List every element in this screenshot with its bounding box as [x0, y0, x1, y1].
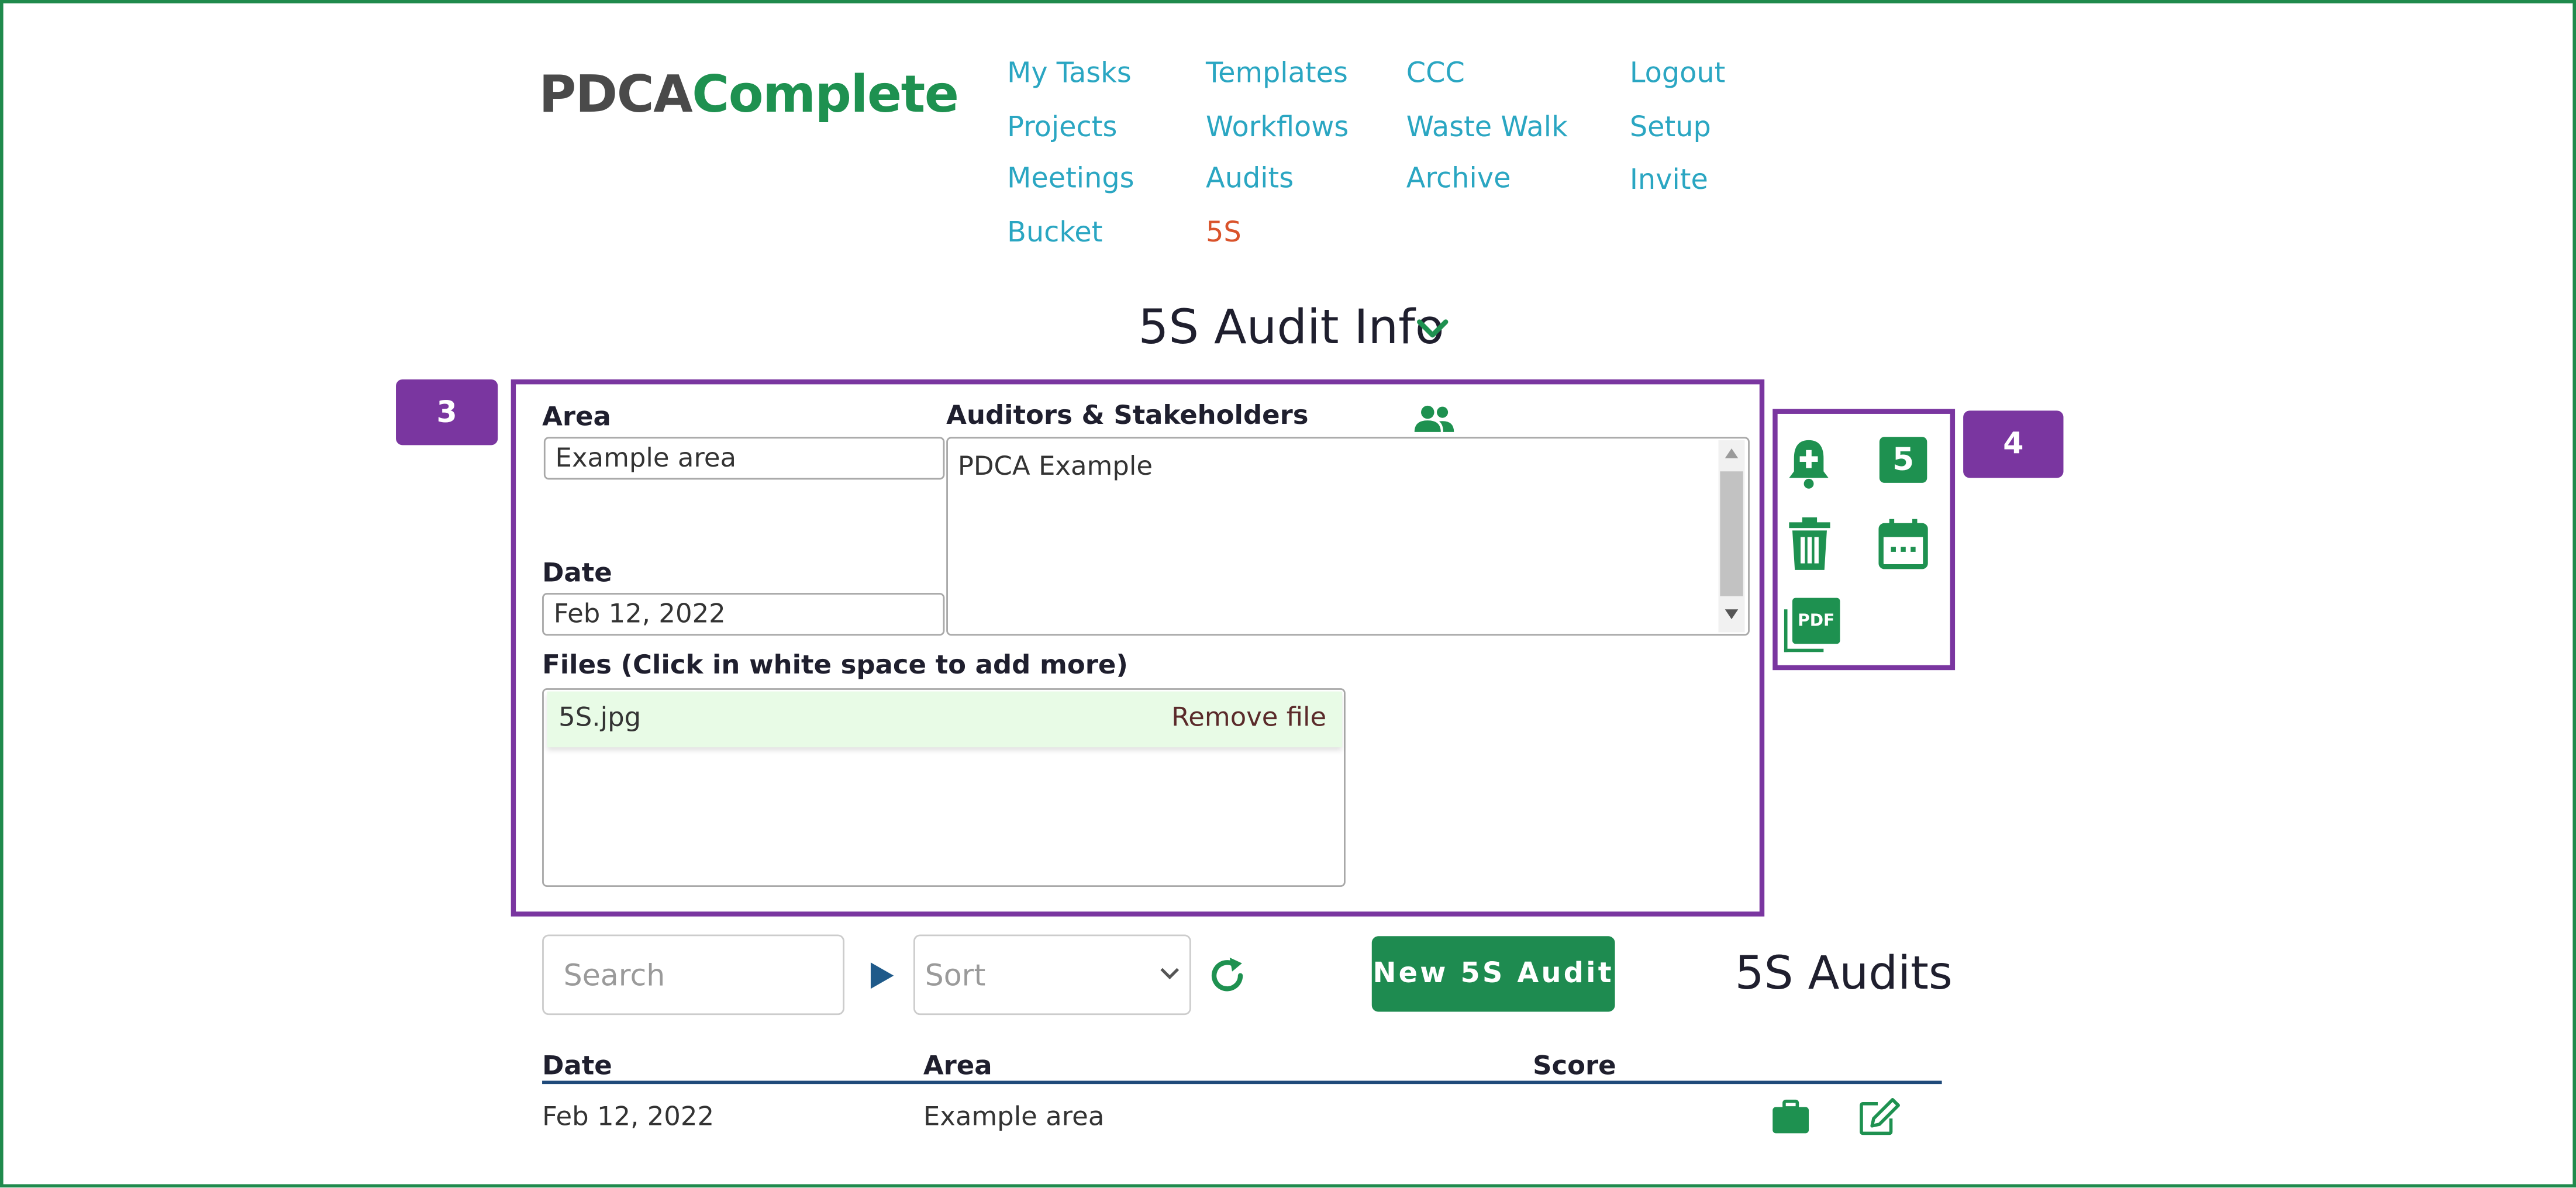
files-label: Files (Click in white space to add more): [542, 648, 1128, 681]
nav-invite[interactable]: Invite: [1630, 164, 1708, 197]
five-s-icon[interactable]: 5: [1879, 437, 1927, 483]
nav-5s[interactable]: 5S: [1206, 217, 1242, 250]
bell-plus-icon[interactable]: [1786, 435, 1832, 491]
auditors-label: Auditors & Stakeholders: [946, 399, 1309, 431]
play-search-icon[interactable]: [867, 959, 897, 992]
nav-waste-walk[interactable]: Waste Walk: [1406, 112, 1568, 144]
table-header-divider: [542, 1080, 1942, 1085]
nav-audits[interactable]: Audits: [1206, 163, 1294, 195]
date-label: Date: [542, 557, 612, 588]
logo[interactable]: PDCAComplete: [539, 65, 958, 125]
calendar-icon[interactable]: [1878, 517, 1929, 570]
scroll-down-arrow-icon[interactable]: [1722, 606, 1742, 623]
auditors-value: PDCA Example: [957, 450, 1153, 482]
date-input[interactable]: Feb 12, 2022: [542, 593, 945, 636]
table-header-score[interactable]: Score: [1533, 1049, 1616, 1080]
nav-logout[interactable]: Logout: [1630, 57, 1726, 90]
logo-part-pdca: PDCA: [539, 65, 692, 125]
table-row[interactable]: Feb 12, 2022 Example area: [542, 1087, 1942, 1144]
nav-projects[interactable]: Projects: [1007, 112, 1117, 144]
auditors-scrollbar-thumb[interactable]: [1720, 471, 1743, 596]
nav-ccc[interactable]: CCC: [1406, 57, 1465, 90]
edit-icon[interactable]: [1858, 1097, 1901, 1137]
scroll-up-arrow-icon[interactable]: [1722, 445, 1742, 461]
people-icon[interactable]: [1413, 400, 1456, 437]
annotation-badge-3: 3: [396, 379, 498, 445]
table-header-area[interactable]: Area: [923, 1049, 992, 1080]
briefcase-icon[interactable]: [1771, 1099, 1810, 1135]
chevron-down-icon: [1160, 968, 1180, 980]
annotation-badge-4: 4: [1963, 410, 2064, 478]
nav-archive[interactable]: Archive: [1406, 163, 1511, 195]
chevron-down-icon[interactable]: [1409, 306, 1456, 352]
row-area: Example area: [923, 1100, 1105, 1132]
list-title: 5S Audits: [1734, 946, 1953, 1000]
nav-my-tasks[interactable]: My Tasks: [1007, 57, 1132, 90]
nav-setup[interactable]: Setup: [1630, 112, 1711, 144]
page-title: 5S Audit Info: [1138, 299, 1444, 355]
nav-bucket[interactable]: Bucket: [1007, 217, 1102, 250]
search-input[interactable]: Search: [542, 934, 844, 1016]
new-5s-audit-button[interactable]: New 5S Audit: [1371, 936, 1615, 1012]
logo-part-complete: Complete: [692, 65, 959, 125]
auditors-textarea[interactable]: PDCA Example: [946, 437, 1750, 636]
pdf-icon[interactable]: PDF: [1784, 598, 1840, 654]
remove-file-link[interactable]: Remove file: [1171, 702, 1326, 733]
row-date: Feb 12, 2022: [542, 1100, 715, 1132]
table-header-date[interactable]: Date: [542, 1049, 612, 1080]
file-name[interactable]: 5S.jpg: [558, 702, 641, 733]
nav-templates[interactable]: Templates: [1206, 57, 1348, 90]
area-input[interactable]: Example area: [543, 437, 945, 480]
app-window: PDCAComplete My Tasks Projects Meetings …: [0, 0, 2576, 1188]
pdf-icon-label: PDF: [1792, 598, 1840, 644]
refresh-icon[interactable]: [1206, 954, 1249, 997]
trash-icon[interactable]: [1788, 516, 1832, 572]
sort-select-value: Sort: [925, 959, 986, 994]
area-label: Area: [542, 400, 611, 432]
sort-select[interactable]: Sort: [913, 934, 1191, 1016]
nav-workflows[interactable]: Workflows: [1206, 112, 1349, 144]
nav-meetings[interactable]: Meetings: [1007, 163, 1134, 195]
